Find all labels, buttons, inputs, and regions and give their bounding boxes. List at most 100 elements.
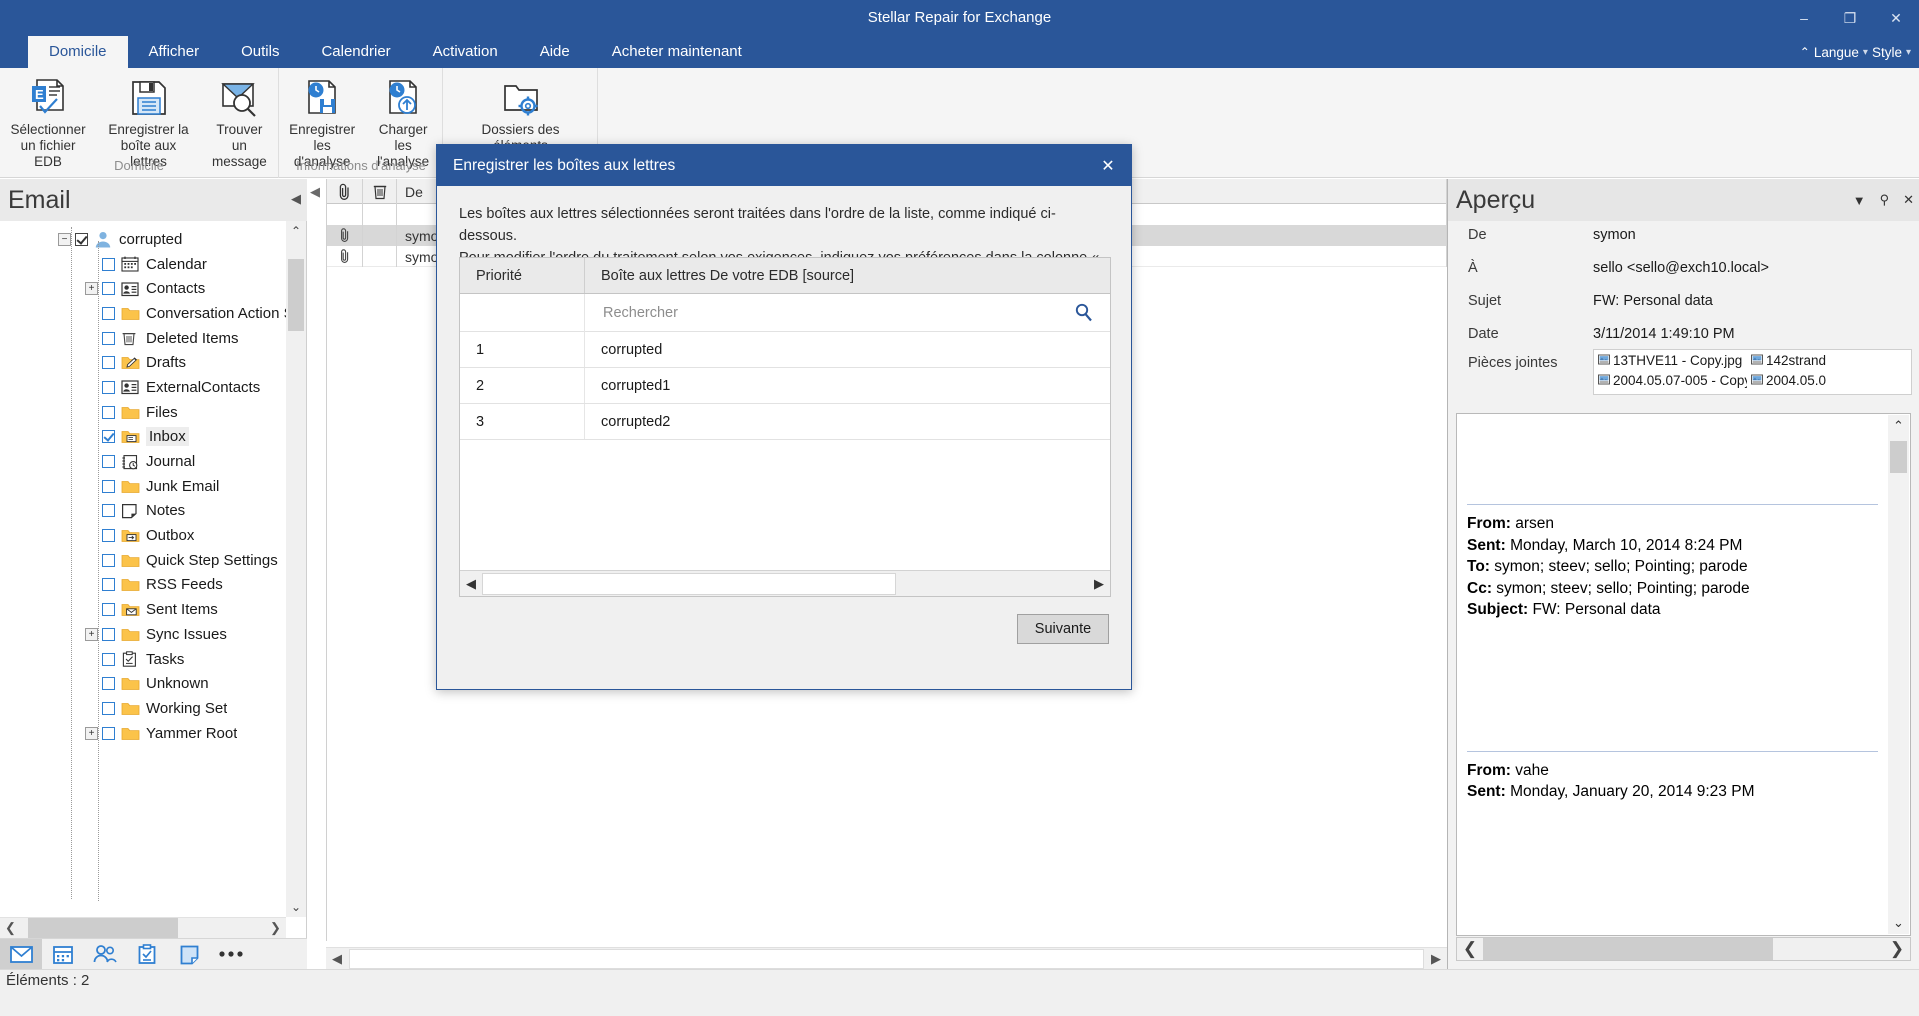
dialog-hscroll-left-arrow[interactable]: ◀: [460, 576, 482, 592]
tree-item-checkbox[interactable]: [102, 677, 115, 690]
attachment-item[interactable]: 2004.05.07-005 - Copy.jpg: [1594, 373, 1747, 388]
body-vertical-scrollbar[interactable]: ⌃ ⌄: [1888, 415, 1909, 934]
mailbox-row[interactable]: 2corrupted1: [460, 368, 1110, 404]
close-preview-icon[interactable]: ✕: [1903, 192, 1914, 208]
mailbox-row[interactable]: 3corrupted2: [460, 404, 1110, 440]
calendar-nav-icon[interactable]: [42, 939, 84, 970]
ribbon-collapse-icon[interactable]: ⌃: [1800, 45, 1810, 59]
body-scroll-down-arrow[interactable]: ⌄: [1888, 912, 1909, 934]
mailbox-priority-cell[interactable]: 2: [460, 368, 585, 403]
attachment-item[interactable]: 142strand: [1747, 353, 1900, 368]
tree-item-checkbox[interactable]: [102, 406, 115, 419]
tree-item-checkbox[interactable]: [102, 455, 115, 468]
tree-item-unknown[interactable]: Unknown: [0, 671, 286, 696]
ribbon-tab-activation[interactable]: Activation: [412, 36, 519, 68]
find-message-button[interactable]: Trouver un message: [201, 68, 278, 156]
ribbon-tab-outils[interactable]: Outils: [220, 36, 300, 68]
tree-item-quick-step-settings[interactable]: Quick Step Settings: [0, 548, 286, 573]
tree-item-externalcontacts[interactable]: ExternalContacts: [0, 375, 286, 400]
tree-item-tasks[interactable]: Tasks: [0, 647, 286, 672]
preview-horizontal-scrollbar[interactable]: ❮ ❯: [1456, 937, 1911, 961]
preview-hscroll-left-arrow[interactable]: ❮: [1457, 939, 1483, 959]
column-header-priority[interactable]: Priorité: [460, 258, 585, 293]
tree-item-checkbox[interactable]: [102, 258, 115, 271]
tree-item-checkbox[interactable]: [102, 603, 115, 616]
center-hscroll-right-arrow[interactable]: ▶: [1425, 951, 1447, 967]
tree-item-notes[interactable]: Notes: [0, 499, 286, 524]
tree-item-sent-items[interactable]: Sent Items: [0, 597, 286, 622]
scroll-thumb[interactable]: [288, 259, 304, 331]
tree-item-checkbox[interactable]: [102, 356, 115, 369]
ribbon-tab-calendrier[interactable]: Calendrier: [300, 36, 411, 68]
tree-item-checkbox[interactable]: [102, 653, 115, 666]
preview-hscroll-right-arrow[interactable]: ❯: [1884, 939, 1910, 959]
tree-item-inbox[interactable]: Inbox: [0, 425, 286, 450]
next-button[interactable]: Suivante: [1017, 614, 1109, 644]
save-mailbox-button[interactable]: Enregistrer la boîte aux lettres: [96, 68, 201, 156]
attachment-list[interactable]: 13THVE11 - Copy.jpg142strand2004.05.07-0…: [1593, 349, 1912, 395]
left-panel-horizontal-scrollbar[interactable]: ❮ ❯: [0, 917, 286, 938]
hscroll-track[interactable]: [21, 918, 265, 939]
tree-item-yammer-root[interactable]: +Yammer Root: [0, 721, 286, 746]
mailbox-priority-cell[interactable]: 1: [460, 332, 585, 367]
hscroll-right-arrow[interactable]: ❯: [265, 920, 286, 936]
tree-item-drafts[interactable]: Drafts: [0, 350, 286, 375]
tree-item-checkbox[interactable]: [102, 282, 115, 295]
delete-icon[interactable]: [363, 179, 397, 204]
expand-icon[interactable]: +: [85, 628, 98, 641]
tree-item-checkbox[interactable]: [75, 233, 88, 246]
tree-item-files[interactable]: Files: [0, 400, 286, 425]
style-menu[interactable]: Style: [1872, 45, 1902, 60]
tree-item-outbox[interactable]: Outbox: [0, 523, 286, 548]
attachment-item[interactable]: 13THVE11 - Copy.jpg: [1594, 353, 1747, 368]
select-edb-file-button[interactable]: E Sélectionner un fichier EDB: [0, 68, 96, 156]
attachment-item[interactable]: 2004.05.0: [1747, 373, 1900, 388]
mail-nav-icon[interactable]: [0, 939, 42, 970]
mailbox-priority-cell[interactable]: 3: [460, 404, 585, 439]
mailbox-row[interactable]: 1corrupted: [460, 332, 1110, 368]
body-scroll-thumb[interactable]: [1890, 441, 1907, 473]
tree-item-checkbox[interactable]: [102, 578, 115, 591]
tree-item-checkbox[interactable]: [102, 480, 115, 493]
tree-item-sync-issues[interactable]: +Sync Issues: [0, 622, 286, 647]
center-panel-horizontal-scrollbar[interactable]: ◀ ▶: [326, 947, 1447, 969]
expand-icon[interactable]: +: [85, 282, 98, 295]
tree-item-checkbox[interactable]: [102, 381, 115, 394]
hscroll-left-arrow[interactable]: ❮: [0, 920, 21, 936]
mailbox-name-cell[interactable]: corrupted2: [585, 404, 1110, 439]
restore-button[interactable]: ❐: [1827, 0, 1873, 36]
tree-item-checkbox[interactable]: [102, 430, 115, 443]
tree-item-contacts[interactable]: +Contacts: [0, 276, 286, 301]
scroll-up-arrow[interactable]: ⌃: [286, 221, 306, 241]
pin-icon[interactable]: ⚲: [1880, 192, 1890, 208]
dialog-hscroll-thumb[interactable]: [482, 573, 896, 595]
ribbon-tab-afficher[interactable]: Afficher: [128, 36, 221, 68]
language-caret-icon[interactable]: ▾: [1863, 47, 1868, 58]
tree-item-working-set[interactable]: Working Set: [0, 696, 286, 721]
more-nav-icon[interactable]: [210, 939, 252, 970]
hscroll-thumb[interactable]: [28, 918, 178, 939]
tree-item-journal[interactable]: Journal: [0, 449, 286, 474]
save-scan-button[interactable]: Enregistrer les d'analyse: [280, 68, 364, 156]
ribbon-tab-domicile[interactable]: Domicile: [28, 36, 128, 68]
tree-item-checkbox[interactable]: [102, 529, 115, 542]
search-icon[interactable]: [1074, 303, 1094, 328]
preview-hscroll-track[interactable]: [1483, 938, 1884, 960]
minimize-button[interactable]: –: [1781, 0, 1827, 36]
language-menu[interactable]: Langue: [1814, 45, 1859, 60]
close-button[interactable]: ✕: [1873, 0, 1919, 36]
center-hscroll-left-arrow[interactable]: ◀: [326, 951, 348, 967]
tree-item-checkbox[interactable]: [102, 554, 115, 567]
tree-item-junk-email[interactable]: Junk Email: [0, 474, 286, 499]
mailbox-table-horizontal-scrollbar[interactable]: ◀ ▶: [460, 570, 1110, 596]
tree-item-checkbox[interactable]: [102, 307, 115, 320]
tree-item-checkbox[interactable]: [102, 702, 115, 715]
search-input[interactable]: [601, 304, 1060, 322]
preview-hscroll-thumb[interactable]: [1483, 938, 1773, 960]
mailbox-name-cell[interactable]: corrupted1: [585, 368, 1110, 403]
body-scroll-up-arrow[interactable]: ⌃: [1888, 415, 1909, 437]
tree-item-deleted-items[interactable]: Deleted Items: [0, 326, 286, 351]
ribbon-tab-aide[interactable]: Aide: [519, 36, 591, 68]
tree-item-checkbox[interactable]: [102, 504, 115, 517]
tree-item-conversation-action-se[interactable]: Conversation Action Se: [0, 301, 286, 326]
